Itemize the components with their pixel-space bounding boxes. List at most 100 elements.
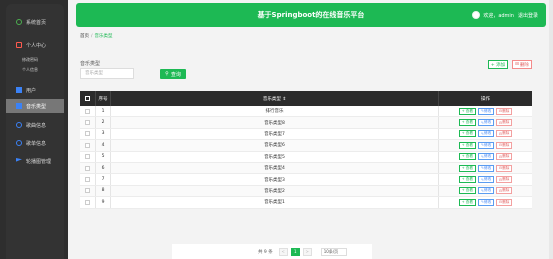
edit-button[interactable]: ✎ 修改 — [477, 141, 495, 149]
sidebar-item-label: 个人信息 — [22, 67, 38, 72]
edit-button[interactable]: ✎ 修改 — [477, 164, 495, 172]
row-checkbox[interactable] — [85, 154, 90, 160]
table-row: 3 音乐类型7 + 查看 ✎ 修改 ⊟ 删除 — [80, 128, 532, 141]
breadcrumb-current: 音乐类型 — [94, 34, 113, 39]
delete-button[interactable]: ⊟ 删除 — [496, 141, 513, 149]
edit-button[interactable]: ✎ 修改 — [477, 153, 495, 161]
sidebar: 系统首页 个人中心 修改密码 个人信息 用户 音乐类型 歌曲信息 歌单信息 轮播… — [0, 0, 68, 259]
delete-button[interactable]: ⊟ 删除 — [496, 107, 513, 115]
row-index: 9 — [95, 197, 110, 208]
row-music-type: 音乐类型1 — [110, 197, 438, 208]
sidebar-item-songs[interactable]: 歌曲信息 — [6, 118, 64, 132]
delete-button[interactable]: ⊟ 删除 — [496, 153, 513, 161]
sidebar-item-playlists[interactable]: 歌单信息 — [6, 136, 64, 150]
search-icon: ⚲ — [165, 71, 169, 77]
sidebar-item-label: 个人中心 — [26, 42, 47, 49]
edit-label: 修改 — [483, 108, 492, 113]
edit-button[interactable]: ✎ 修改 — [477, 130, 495, 138]
table-row: 8 音乐类型2 + 查看 ✎ 修改 ⊟ 删除 — [80, 185, 532, 198]
row-index: 3 — [95, 128, 110, 140]
delete-button[interactable]: ⊟ 删除 — [496, 164, 513, 172]
view-button[interactable]: + 查看 — [458, 107, 476, 115]
view-button[interactable]: + 查看 — [458, 141, 476, 149]
view-button[interactable]: + 查看 — [458, 198, 476, 206]
row-checkbox[interactable] — [85, 142, 90, 148]
delete-icon: ⊟ — [515, 62, 519, 67]
edit-button[interactable]: ✎ 修改 — [477, 176, 495, 184]
edit-button[interactable]: ✎ 修改 — [477, 198, 495, 206]
sidebar-item-label: 歌单信息 — [26, 140, 47, 147]
row-operations: + 查看 ✎ 修改 ⊟ 删除 — [438, 151, 532, 162]
delete-label: 删除 — [502, 177, 510, 182]
view-button[interactable]: + 查看 — [458, 119, 476, 127]
row-checkbox-cell — [80, 117, 95, 127]
header-index: 序号 — [95, 91, 110, 106]
breadcrumb: 首页 / 音乐类型 — [80, 33, 113, 39]
header-operations: 操作 — [438, 91, 532, 106]
header-music-type[interactable]: 音乐类型 ⇕ — [110, 91, 438, 106]
row-index: 5 — [95, 151, 110, 162]
row-checkbox[interactable] — [85, 199, 90, 205]
view-button[interactable]: + 查看 — [458, 130, 476, 138]
row-music-type: 音乐类型8 — [110, 117, 438, 128]
sidebar-item-change-password[interactable]: 修改密码 — [6, 55, 64, 65]
edit-button[interactable]: ✎ 修改 — [477, 107, 495, 115]
search-input[interactable]: 音乐类型 — [80, 68, 134, 79]
row-checkbox[interactable] — [85, 120, 90, 126]
delete-label: 删除 — [502, 199, 510, 204]
sidebar-item-personal-info[interactable]: 个人信息 — [6, 65, 64, 75]
row-music-type: 排行音乐 — [110, 106, 438, 117]
edit-button[interactable]: ✎ 修改 — [477, 187, 495, 195]
row-operations: + 查看 ✎ 修改 ⊟ 删除 — [438, 106, 532, 117]
view-button[interactable]: + 查看 — [458, 164, 476, 172]
add-button[interactable]: + 添加 — [488, 60, 508, 69]
delete-button[interactable]: ⊟ 删除 — [496, 130, 513, 138]
table-row: 7 音乐类型3 + 查看 ✎ 修改 ⊟ 删除 — [80, 174, 532, 186]
disc-icon — [16, 140, 22, 146]
sidebar-item-label: 音乐类型 — [26, 103, 47, 110]
row-music-type: 音乐类型6 — [110, 140, 438, 151]
row-checkbox[interactable] — [85, 177, 90, 183]
row-checkbox[interactable] — [85, 131, 90, 137]
table-body: 1 排行音乐 + 查看 ✎ 修改 ⊟ 删除 2 音乐类型8 + 查看 ✎ 修改 ⊟ 删除 3 音乐类型7 + 查… — [80, 106, 532, 209]
row-checkbox[interactable] — [85, 188, 90, 194]
row-operations: + 查看 ✎ 修改 ⊟ 删除 — [438, 128, 532, 140]
row-checkbox[interactable] — [85, 108, 90, 114]
sidebar-item-carousel[interactable]: 轮播图管理 — [6, 154, 64, 168]
page-1-button[interactable]: 1 — [290, 247, 300, 256]
sidebar-item-home[interactable]: 系统首页 — [6, 15, 64, 29]
page-size-select[interactable]: 10条/页 — [320, 247, 347, 256]
scrollbar[interactable] — [549, 0, 553, 259]
data-table: 序号 音乐类型 ⇕ 操作 1 排行音乐 + 查看 ✎ 修改 ⊟ 删除 2 音乐类型8 + 查看 ✎ 修… — [80, 91, 532, 209]
delete-button[interactable]: ⊟ 删除 — [496, 198, 513, 206]
sidebar-item-profile[interactable]: 个人中心 — [6, 38, 64, 52]
next-page-button[interactable]: > — [302, 247, 312, 256]
row-music-type: 音乐类型2 — [110, 185, 438, 197]
breadcrumb-home[interactable]: 首页 — [80, 34, 89, 39]
prev-page-button[interactable]: < — [278, 247, 288, 256]
sidebar-item-music-type[interactable]: 音乐类型 — [6, 99, 64, 113]
row-index: 6 — [95, 162, 110, 174]
row-checkbox[interactable] — [85, 165, 90, 171]
delete-button[interactable]: ⊟ 删除 — [496, 176, 513, 184]
table-row: 4 音乐类型6 + 查看 ✎ 修改 ⊟ 删除 — [80, 140, 532, 152]
breadcrumb-separator: / — [91, 34, 93, 39]
delete-label: 删除 — [502, 108, 510, 113]
sidebar-panel: 系统首页 个人中心 修改密码 个人信息 用户 音乐类型 歌曲信息 歌单信息 轮播… — [6, 4, 64, 259]
search-button[interactable]: ⚲ 查询 — [160, 69, 186, 79]
view-button[interactable]: + 查看 — [458, 153, 476, 161]
delete-button[interactable]: ⊟ 删除 — [496, 187, 513, 195]
search-button-label: 查询 — [170, 71, 181, 78]
row-music-type: 音乐类型3 — [110, 174, 438, 185]
sidebar-item-users[interactable]: 用户 — [6, 83, 64, 97]
logout-link[interactable]: 退出登录 — [518, 12, 538, 19]
delete-button[interactable]: ⊟ 删除 — [496, 119, 513, 127]
row-operations: + 查看 ✎ 修改 ⊟ 删除 — [438, 197, 532, 208]
edit-button[interactable]: ✎ 修改 — [477, 119, 495, 127]
batch-delete-button[interactable]: ⊟ 删除 — [512, 60, 532, 69]
view-button[interactable]: + 查看 — [458, 187, 476, 195]
select-all-checkbox[interactable] — [85, 96, 90, 101]
sidebar-item-label: 修改密码 — [22, 57, 38, 62]
header-checkbox-cell — [80, 91, 95, 106]
view-button[interactable]: + 查看 — [458, 176, 476, 184]
